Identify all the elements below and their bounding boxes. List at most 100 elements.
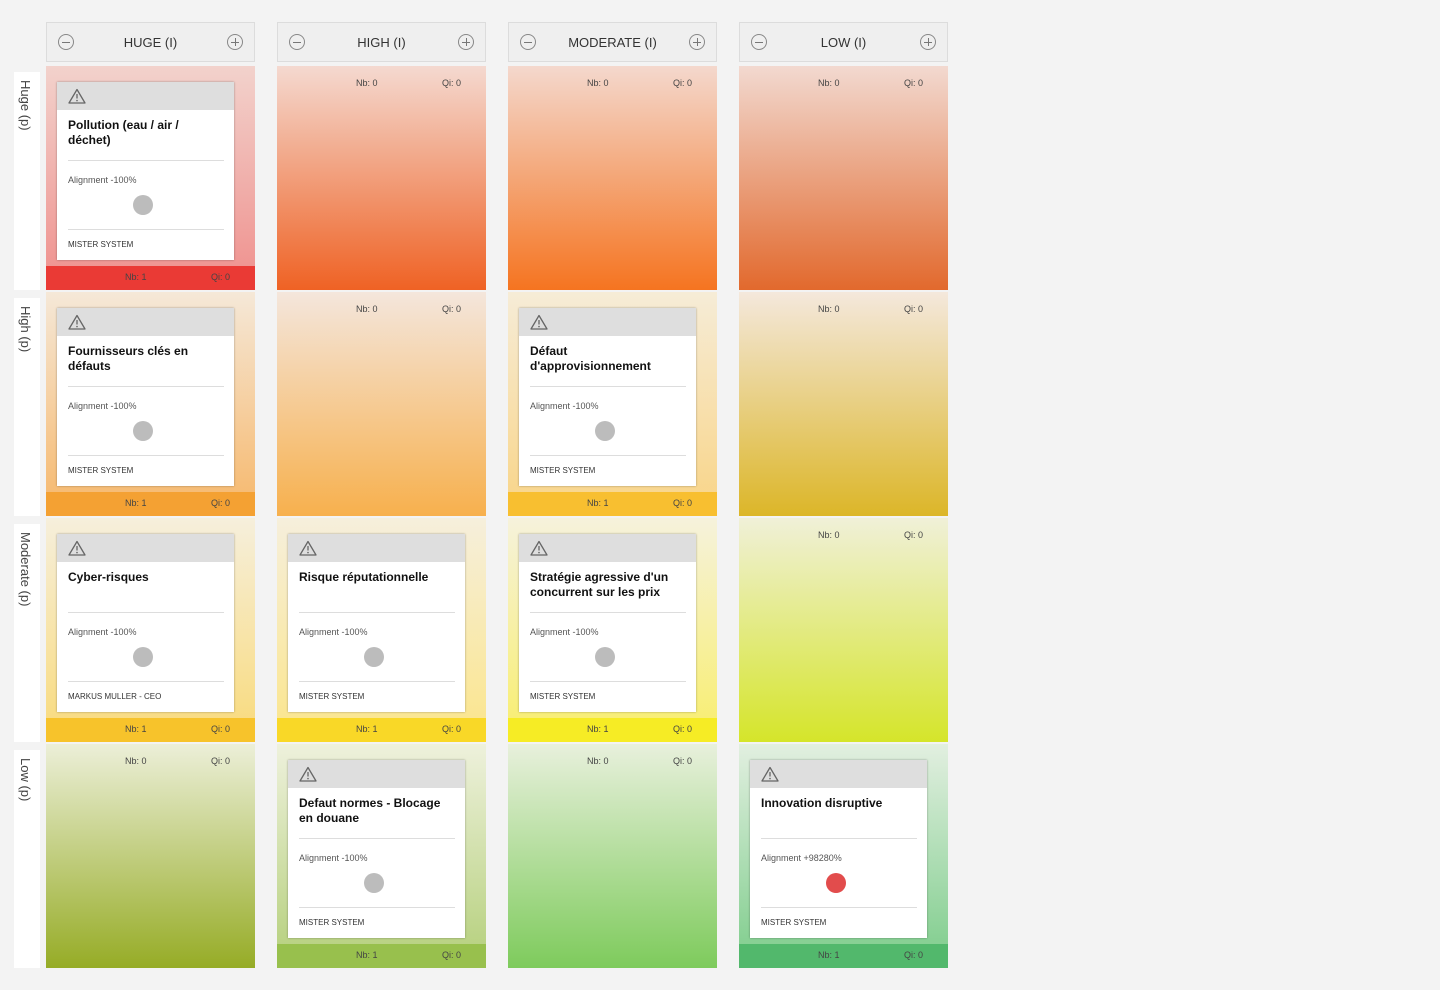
cell-stats: Nb: 1 Qi: 0 bbox=[46, 266, 255, 288]
nb-count: Nb: 1 bbox=[356, 724, 378, 734]
nb-count: Nb: 0 bbox=[356, 78, 378, 88]
matrix-cell[interactable]: Nb: 1 Qi: 0 Risque réputationnelle Alignmen… bbox=[277, 518, 486, 742]
column-header: HUGE (I) bbox=[46, 22, 255, 62]
risk-owner: MISTER SYSTEM bbox=[530, 692, 596, 701]
risk-card[interactable]: Defaut normes - Blocage en douane Alignme… bbox=[288, 760, 465, 938]
risk-card-header bbox=[750, 760, 927, 788]
expand-column-icon[interactable] bbox=[227, 34, 243, 50]
status-dot bbox=[826, 873, 846, 893]
matrix-cell[interactable]: Nb: 1 Qi: 0 Stratégie agressive d'un concu… bbox=[508, 518, 717, 742]
nb-count: Nb: 0 bbox=[818, 304, 840, 314]
risk-title[interactable]: Stratégie agressive d'un concurrent sur … bbox=[530, 570, 680, 600]
qi-count: Qi: 0 bbox=[904, 304, 924, 314]
expand-column-icon[interactable] bbox=[458, 34, 474, 50]
column-title: HIGH (I) bbox=[357, 35, 406, 50]
risk-card[interactable]: Risque réputationnelle Alignment -100% MIS… bbox=[288, 534, 465, 712]
nb-count: Nb: 0 bbox=[587, 756, 609, 766]
matrix-cell[interactable]: Nb: 0 Qi: 0 bbox=[739, 292, 948, 516]
warning-icon bbox=[530, 314, 548, 330]
row-label: Moderate (p) bbox=[14, 524, 40, 742]
matrix-cell[interactable]: Nb: 0 Qi: 0 bbox=[739, 518, 948, 742]
matrix-cell[interactable]: Nb: 1 Qi: 0 Defaut normes - Blocage en dou… bbox=[277, 744, 486, 968]
alignment-text: Alignment -100% bbox=[68, 175, 137, 185]
matrix-cell[interactable]: Nb: 1 Qi: 0 Cyber-risques Alignment -100% MA… bbox=[46, 518, 255, 742]
matrix-cell[interactable]: Nb: 0 Qi: 0 bbox=[508, 744, 717, 968]
status-dot bbox=[133, 195, 153, 215]
nb-count: Nb: 1 bbox=[125, 272, 147, 282]
status-dot bbox=[364, 873, 384, 893]
nb-count: Nb: 0 bbox=[818, 530, 840, 540]
column-title: LOW (I) bbox=[820, 35, 867, 50]
risk-owner: MISTER SYSTEM bbox=[68, 240, 134, 249]
divider bbox=[299, 838, 455, 839]
risk-title[interactable]: Risque réputationnelle bbox=[299, 570, 449, 585]
risk-title[interactable]: Défaut d'approvisionnement bbox=[530, 344, 680, 374]
matrix-cell[interactable]: Nb: 1 Qi: 0 Défaut d'approvisionnement Alig… bbox=[508, 292, 717, 516]
alignment-text: Alignment +98280% bbox=[761, 853, 842, 863]
risk-owner: MISTER SYSTEM bbox=[68, 466, 134, 475]
matrix-cell[interactable]: Nb: 0 Qi: 0 bbox=[508, 66, 717, 290]
matrix-cell[interactable]: Nb: 1 Qi: 0 Pollution (eau / air / déchet)… bbox=[46, 66, 255, 290]
risk-title[interactable]: Defaut normes - Blocage en douane bbox=[299, 796, 449, 826]
cell-stats: Nb: 1 Qi: 0 bbox=[508, 718, 717, 740]
expand-column-icon[interactable] bbox=[920, 34, 936, 50]
matrix-cell[interactable]: Nb: 0 Qi: 0 bbox=[277, 66, 486, 290]
risk-card-header bbox=[519, 308, 696, 336]
risk-card-header bbox=[57, 534, 234, 562]
risk-title[interactable]: Fournisseurs clés en défauts bbox=[68, 344, 218, 374]
status-dot bbox=[595, 421, 615, 441]
row-label-text: High (p) bbox=[18, 306, 33, 353]
risk-title[interactable]: Pollution (eau / air / déchet) bbox=[68, 118, 218, 148]
risk-owner: MISTER SYSTEM bbox=[761, 918, 827, 927]
warning-icon bbox=[761, 766, 779, 782]
nb-count: Nb: 0 bbox=[125, 756, 147, 766]
alignment-text: Alignment -100% bbox=[68, 627, 137, 637]
cell-stats: Nb: 1 Qi: 0 bbox=[46, 492, 255, 514]
warning-icon bbox=[530, 540, 548, 556]
divider bbox=[299, 681, 455, 682]
nb-count: Nb: 1 bbox=[125, 724, 147, 734]
matrix-cell[interactable]: Nb: 1 Qi: 0 Innovation disruptive Alignment… bbox=[739, 744, 948, 968]
row-label-text: Low (p) bbox=[18, 758, 33, 802]
qi-count: Qi: 0 bbox=[673, 724, 693, 734]
nb-count: Nb: 0 bbox=[587, 78, 609, 88]
divider bbox=[68, 455, 224, 456]
matrix-cell[interactable]: Nb: 0 Qi: 0 bbox=[46, 744, 255, 968]
risk-card[interactable]: Innovation disruptive Alignment +98280% MI… bbox=[750, 760, 927, 938]
status-dot bbox=[133, 421, 153, 441]
risk-card[interactable]: Fournisseurs clés en défauts Alignment -1… bbox=[57, 308, 234, 486]
alignment-text: Alignment -100% bbox=[68, 401, 137, 411]
risk-card[interactable]: Défaut d'approvisionnement Alignment -100… bbox=[519, 308, 696, 486]
divider bbox=[299, 612, 455, 613]
risk-card[interactable]: Stratégie agressive d'un concurrent sur … bbox=[519, 534, 696, 712]
divider bbox=[299, 907, 455, 908]
nb-count: Nb: 1 bbox=[818, 950, 840, 960]
matrix-cell[interactable]: Nb: 1 Qi: 0 Fournisseurs clés en défauts Al… bbox=[46, 292, 255, 516]
risk-card-header bbox=[57, 308, 234, 336]
risk-card[interactable]: Pollution (eau / air / déchet) Alignment … bbox=[57, 82, 234, 260]
qi-count: Qi: 0 bbox=[211, 724, 231, 734]
row-label-text: Moderate (p) bbox=[18, 532, 33, 607]
nb-count: Nb: 0 bbox=[356, 304, 378, 314]
risk-card[interactable]: Cyber-risques Alignment -100% MARKUS MULLE… bbox=[57, 534, 234, 712]
column-header: LOW (I) bbox=[739, 22, 948, 62]
cell-stats: Nb: 1 Qi: 0 bbox=[46, 718, 255, 740]
qi-count: Qi: 0 bbox=[211, 756, 231, 766]
qi-count: Qi: 0 bbox=[211, 272, 231, 282]
nb-count: Nb: 1 bbox=[587, 498, 609, 508]
divider bbox=[530, 681, 686, 682]
warning-icon bbox=[68, 540, 86, 556]
matrix-cell[interactable]: Nb: 0 Qi: 0 bbox=[739, 66, 948, 290]
risk-title[interactable]: Innovation disruptive bbox=[761, 796, 911, 811]
nb-count: Nb: 1 bbox=[356, 950, 378, 960]
alignment-text: Alignment -100% bbox=[530, 627, 599, 637]
qi-count: Qi: 0 bbox=[442, 304, 462, 314]
warning-icon bbox=[68, 88, 86, 104]
column-header: MODERATE (I) bbox=[508, 22, 717, 62]
matrix-cell[interactable]: Nb: 0 Qi: 0 bbox=[277, 292, 486, 516]
row-label: High (p) bbox=[14, 298, 40, 516]
expand-column-icon[interactable] bbox=[689, 34, 705, 50]
column-header: HIGH (I) bbox=[277, 22, 486, 62]
divider bbox=[68, 612, 224, 613]
risk-title[interactable]: Cyber-risques bbox=[68, 570, 218, 585]
